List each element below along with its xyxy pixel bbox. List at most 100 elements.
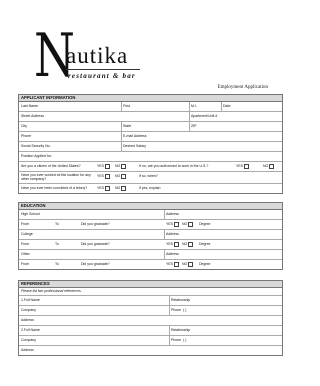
last-name-field[interactable]: Last Name bbox=[21, 102, 38, 111]
divider bbox=[189, 122, 190, 131]
checkbox[interactable] bbox=[269, 163, 275, 169]
reference-1-company-field[interactable]: Company bbox=[21, 306, 36, 315]
felony-yes-option[interactable]: YES bbox=[97, 184, 111, 193]
reference-1-relationship-field[interactable]: Relationship bbox=[171, 296, 190, 305]
from-field[interactable]: From bbox=[21, 220, 29, 229]
logo-tagline: restaurant & bar bbox=[68, 72, 136, 80]
checkbox[interactable] bbox=[188, 261, 194, 267]
worked-yes-option[interactable]: YES bbox=[97, 172, 111, 181]
checkbox[interactable] bbox=[188, 221, 194, 227]
graduate-yes-option[interactable]: YES bbox=[166, 260, 180, 269]
no-label: NO bbox=[115, 186, 121, 190]
checkbox[interactable] bbox=[105, 185, 111, 191]
checkbox[interactable] bbox=[188, 241, 194, 247]
authorized-yes-option[interactable]: YES bbox=[236, 162, 250, 171]
salary-field[interactable]: Desired Salary bbox=[123, 142, 146, 151]
felony-row: Have you ever been convicted of a felony… bbox=[19, 184, 282, 193]
worked-no-option[interactable]: NO bbox=[115, 172, 127, 181]
first-name-field[interactable]: First bbox=[123, 102, 130, 111]
yes-label: YES bbox=[166, 242, 174, 246]
yes-label: YES bbox=[166, 222, 174, 226]
state-field[interactable]: State bbox=[123, 122, 131, 131]
worked-here-question: Have you ever worked at this location fo… bbox=[21, 173, 91, 181]
divider bbox=[121, 132, 122, 141]
checkbox[interactable] bbox=[244, 163, 250, 169]
divider bbox=[189, 102, 190, 111]
phone-label: Phone bbox=[171, 308, 182, 312]
city-field[interactable]: City bbox=[21, 122, 27, 131]
reference-2-phone-field[interactable]: Phone ( ) bbox=[171, 336, 186, 345]
street-row: Street Address Apartment/Unit # bbox=[19, 112, 282, 122]
explain-field[interactable]: If yes, explain bbox=[139, 184, 160, 193]
reference-2-name-field[interactable]: 2.Full Name bbox=[21, 326, 40, 335]
phone-row: Phone E-mail Address bbox=[19, 132, 282, 142]
form-title: Employment Application bbox=[217, 85, 268, 90]
authorized-no-option[interactable]: NO bbox=[263, 162, 275, 171]
checkbox[interactable] bbox=[121, 173, 127, 179]
to-field[interactable]: To bbox=[55, 220, 59, 229]
checkbox[interactable] bbox=[174, 261, 180, 267]
no-label: NO bbox=[182, 222, 188, 226]
other-dates-row: From To Did you graduate? YES NO Degree bbox=[19, 260, 282, 269]
from-field[interactable]: From bbox=[21, 240, 29, 249]
email-field[interactable]: E-mail Address bbox=[123, 132, 147, 141]
no-label: NO bbox=[115, 164, 121, 168]
college-field[interactable]: College bbox=[21, 230, 33, 239]
middle-initial-field[interactable]: M.I. bbox=[191, 102, 197, 111]
phone-label: Phone bbox=[171, 338, 182, 342]
reference-1-phone-field[interactable]: Phone ( ) bbox=[171, 306, 186, 315]
reference-1-company-row: Company Phone ( ) bbox=[19, 306, 282, 316]
divider bbox=[164, 210, 165, 219]
divider bbox=[169, 336, 170, 345]
divider bbox=[121, 122, 122, 131]
references-section: REFERENCES Please list two professional … bbox=[18, 280, 283, 356]
checkbox[interactable] bbox=[174, 241, 180, 247]
apartment-field[interactable]: Apartment/Unit # bbox=[191, 112, 217, 121]
street-address-field[interactable]: Street Address bbox=[21, 112, 44, 121]
graduate-question: Did you graduate? bbox=[81, 242, 110, 246]
degree-field[interactable]: Degree bbox=[199, 220, 210, 229]
felony-no-option[interactable]: NO bbox=[115, 184, 127, 193]
graduate-no-option[interactable]: NO bbox=[182, 220, 194, 229]
phone-format: ( ) bbox=[183, 338, 187, 342]
phone-field[interactable]: Phone bbox=[21, 132, 31, 141]
graduate-no-option[interactable]: NO bbox=[182, 260, 194, 269]
graduate-yes-option[interactable]: YES bbox=[166, 240, 180, 249]
graduate-question: Did you graduate? bbox=[81, 262, 110, 266]
divider bbox=[169, 326, 170, 335]
checkbox[interactable] bbox=[174, 221, 180, 227]
reference-2-company-field[interactable]: Company bbox=[21, 336, 36, 345]
citizen-no-option[interactable]: NO bbox=[115, 162, 127, 171]
reference-2-relationship-field[interactable]: Relationship bbox=[171, 326, 190, 335]
from-field[interactable]: From bbox=[21, 260, 29, 269]
reference-2-address-field[interactable]: Address bbox=[21, 346, 34, 355]
when-field[interactable]: If so, when? bbox=[139, 172, 158, 181]
checkbox[interactable] bbox=[105, 163, 111, 169]
ssn-field[interactable]: Social Security No. bbox=[21, 142, 51, 151]
yes-label: YES bbox=[97, 186, 105, 190]
other-address-field[interactable]: Address bbox=[166, 250, 179, 259]
reference-1-name-row: 1.Full Name Relationship bbox=[19, 296, 282, 306]
reference-1-name-field[interactable]: 1.Full Name bbox=[21, 296, 40, 305]
other-school-field[interactable]: Other bbox=[21, 250, 30, 259]
checkbox[interactable] bbox=[105, 173, 111, 179]
citizen-yes-option[interactable]: YES bbox=[97, 162, 111, 171]
degree-field[interactable]: Degree bbox=[199, 240, 210, 249]
high-school-field[interactable]: High School bbox=[21, 210, 40, 219]
position-field[interactable]: Position Applied for: bbox=[21, 152, 52, 161]
graduate-no-option[interactable]: NO bbox=[182, 240, 194, 249]
high-school-address-field[interactable]: Address bbox=[166, 210, 179, 219]
graduate-yes-option[interactable]: YES bbox=[166, 220, 180, 229]
degree-field[interactable]: Degree bbox=[199, 260, 210, 269]
reference-1-address-field[interactable]: Address bbox=[21, 316, 34, 325]
other-row: Other Address bbox=[19, 250, 282, 260]
checkbox[interactable] bbox=[121, 163, 127, 169]
to-field[interactable]: To bbox=[55, 240, 59, 249]
college-address-field[interactable]: Address bbox=[166, 230, 179, 239]
education-section: EDUCATION High School Address From To Di… bbox=[18, 202, 283, 270]
checkbox[interactable] bbox=[121, 185, 127, 191]
to-field[interactable]: To bbox=[55, 260, 59, 269]
date-field[interactable]: Date bbox=[223, 102, 230, 111]
logo-divider bbox=[66, 69, 140, 70]
zip-field[interactable]: ZIP bbox=[191, 122, 196, 131]
